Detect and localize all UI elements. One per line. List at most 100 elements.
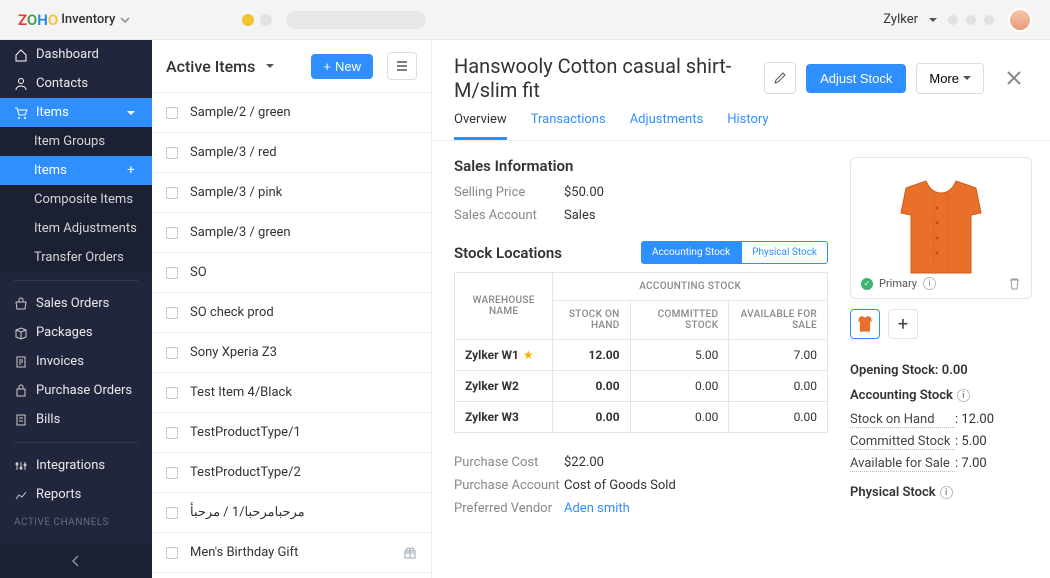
tab-dots (242, 11, 426, 29)
sidebar-collapse[interactable] (0, 544, 152, 578)
edit-button[interactable] (764, 62, 796, 94)
soh-value: : 12.00 (955, 412, 994, 428)
avl-label: Available for Sale (850, 456, 955, 472)
cell-available: 0.00 (729, 371, 828, 402)
toggle-accounting[interactable]: Accounting Stock (641, 241, 741, 264)
list-item[interactable]: SO (152, 253, 431, 293)
tab-transactions[interactable]: Transactions (531, 112, 606, 140)
sub-item-groups[interactable]: Item Groups (0, 127, 152, 156)
plus-icon: + (323, 59, 331, 74)
list-item-label: Sample/3 / red (190, 145, 277, 160)
new-item-button[interactable]: +New (311, 54, 373, 79)
sub-transfer[interactable]: Transfer Orders (0, 243, 152, 272)
detail-tabs: Overview Transactions Adjustments Histor… (432, 102, 1050, 141)
list-menu-button[interactable] (387, 52, 417, 80)
list-item[interactable]: TestProductType/1 (152, 413, 431, 453)
add-image-button[interactable]: + (888, 309, 918, 339)
list-item[interactable]: Men's Birthday Gift (152, 533, 431, 573)
checkbox[interactable] (166, 307, 178, 319)
list-item[interactable]: Sony Xperia Z3 (152, 333, 431, 373)
list-item[interactable]: Sample/3 / green (152, 213, 431, 253)
chevron-left-icon (69, 554, 83, 568)
item-list-column: Active Items +New Sample/2 / green Sample… (152, 40, 432, 578)
sidebar-item-sales-orders[interactable]: Sales Orders (0, 289, 152, 318)
checkbox[interactable] (166, 427, 178, 439)
sidebar-item-contacts[interactable]: Contacts (0, 69, 152, 98)
checkbox[interactable] (166, 267, 178, 279)
th-stock-on-hand: STOCK ON HAND (553, 301, 630, 340)
avatar[interactable] (1008, 8, 1032, 32)
sidebar-item-invoices[interactable]: Invoices (0, 347, 152, 376)
sidebar-item-items[interactable]: Items (0, 98, 152, 127)
image-thumbnail[interactable] (850, 309, 880, 339)
item-title: Hanswooly Cotton casual shirt-M/slim fit (454, 54, 754, 102)
tab-adjustments[interactable]: Adjustments (630, 112, 704, 140)
table-row[interactable]: Zylker W20.000.000.00 (455, 371, 828, 402)
checkbox[interactable] (166, 187, 178, 199)
bag-icon (14, 384, 28, 398)
list-item[interactable]: TestProductType/2 (152, 453, 431, 493)
checkbox[interactable] (166, 547, 178, 559)
checkbox[interactable] (166, 347, 178, 359)
delete-image-button[interactable] (1008, 277, 1021, 290)
cell-warehouse: Zylker W3 (455, 402, 553, 433)
sales-account-label: Sales Account (454, 208, 564, 223)
adjust-stock-button[interactable]: Adjust Stock (806, 64, 906, 93)
more-button[interactable]: More (916, 63, 984, 94)
cell-soh: 0.00 (553, 402, 630, 433)
sidebar-item-packages[interactable]: Packages (0, 318, 152, 347)
tab-history[interactable]: History (727, 112, 768, 140)
purchase-account-label: Purchase Account (454, 478, 564, 493)
th-warehouse: WAREHOUSE NAME (455, 273, 553, 340)
checkbox[interactable] (166, 147, 178, 159)
list-item[interactable]: Test Item 4/Black (152, 373, 431, 413)
list-item[interactable]: Sample/3 / pink (152, 173, 431, 213)
checkbox[interactable] (166, 387, 178, 399)
list-item[interactable]: مرحبامرحبا/1 / مرحبأ (152, 493, 431, 533)
search-pill[interactable] (286, 11, 426, 29)
list-title[interactable]: Active Items (166, 57, 255, 76)
sidebar-item-dashboard[interactable]: Dashboard (0, 40, 152, 69)
info-icon[interactable]: i (923, 277, 936, 290)
sub-adjustments[interactable]: Item Adjustments (0, 214, 152, 243)
bill-icon (14, 413, 28, 427)
tab-overview[interactable]: Overview (454, 112, 507, 140)
caret-down-icon[interactable] (926, 13, 940, 27)
table-row[interactable]: Zylker W1★12.005.007.00 (455, 340, 828, 371)
sidebar-item-integrations[interactable]: Integrations (0, 451, 152, 480)
sidebar-item-reports[interactable]: Reports (0, 480, 152, 509)
chevron-down-icon[interactable] (118, 13, 132, 27)
soh-label: Stock on Hand (850, 412, 955, 428)
caret-down-icon[interactable] (263, 59, 277, 73)
cell-available: 0.00 (729, 402, 828, 433)
close-button[interactable] (1000, 64, 1028, 92)
table-row[interactable]: Zylker W30.000.000.00 (455, 402, 828, 433)
info-icon[interactable]: i (957, 389, 970, 402)
sub-items[interactable]: Items+ (0, 156, 152, 185)
sidebar-item-bills[interactable]: Bills (0, 405, 152, 434)
list-item[interactable]: Tea Tray (152, 573, 431, 578)
cmt-label: Committed Stock (850, 434, 955, 450)
toggle-physical[interactable]: Physical Stock (741, 241, 828, 264)
info-icon[interactable]: i (940, 486, 953, 499)
checkbox[interactable] (166, 467, 178, 479)
plus-icon[interactable]: + (124, 164, 138, 178)
sub-composite[interactable]: Composite Items (0, 185, 152, 214)
list-item-label: SO (190, 265, 207, 280)
checkbox[interactable] (166, 507, 178, 519)
preferred-vendor-value[interactable]: Aden smith (564, 501, 630, 516)
check-icon: ✓ (861, 278, 873, 290)
list-item[interactable]: Sample/2 / green (152, 93, 431, 133)
avl-value: : 7.00 (955, 456, 987, 472)
checkbox[interactable] (166, 227, 178, 239)
sidebar-item-purchase-orders[interactable]: Purchase Orders (0, 376, 152, 405)
cmt-value: : 5.00 (955, 434, 987, 450)
checkbox[interactable] (166, 107, 178, 119)
list-item[interactable]: Sample/3 / red (152, 133, 431, 173)
list-item[interactable]: SO check prod (152, 293, 431, 333)
sidebar: Dashboard Contacts Items Item Groups Ite… (0, 40, 152, 578)
org-name[interactable]: Zylker (883, 12, 918, 27)
menu-icon (395, 59, 409, 73)
th-committed: COMMITTED STOCK (630, 301, 729, 340)
list-item-label: Men's Birthday Gift (190, 545, 298, 560)
